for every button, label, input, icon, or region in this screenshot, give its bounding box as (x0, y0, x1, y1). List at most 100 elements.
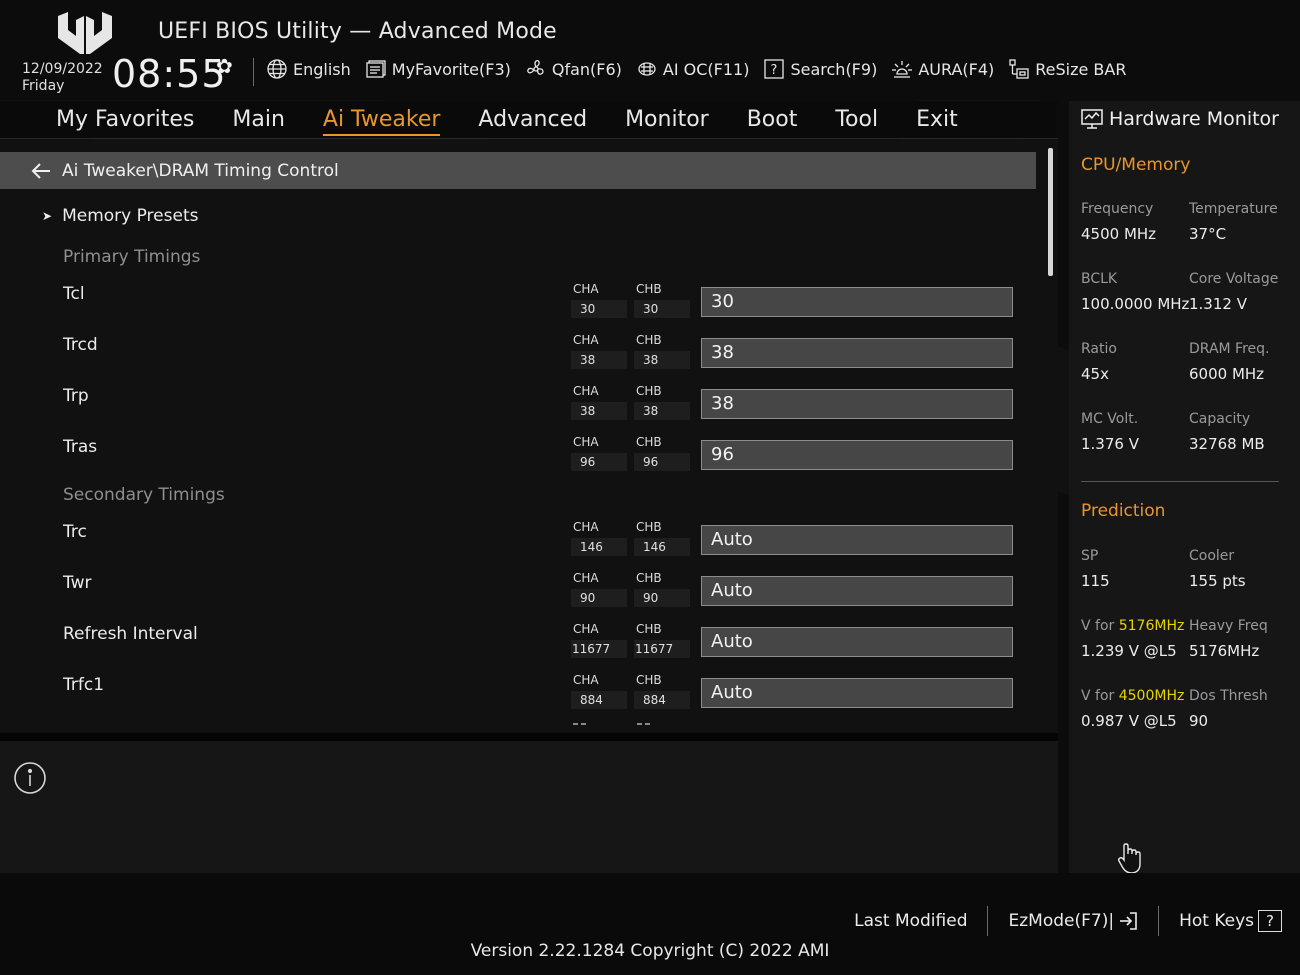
search-label: Search(F9) (790, 59, 878, 79)
stat-value: 100.0000 MHz (1081, 295, 1190, 313)
tab-main[interactable]: Main (232, 107, 285, 136)
channel-b-label: CHB (636, 520, 662, 534)
trc-value-field[interactable]: Auto (701, 525, 1013, 555)
refresh-interval-value-field[interactable]: Auto (701, 627, 1013, 657)
mc-volt-stat: MC Volt. 1.376 V (1081, 411, 1191, 453)
stat-value: 1.239 V @L5 (1081, 642, 1177, 660)
core-voltage-stat: Core Voltage 1.312 V (1189, 271, 1299, 313)
next-row-cutoff (573, 723, 650, 725)
resize-bar-button[interactable]: ReSize BAR (1008, 58, 1126, 80)
trcd-value-field[interactable]: 38 (701, 338, 1013, 368)
channel-b-readout: CHB 90 (634, 571, 692, 607)
stat-label: Core Voltage (1189, 271, 1279, 287)
language-button[interactable]: English (266, 58, 351, 80)
main-nav: My Favorites Main Ai Tweaker Advanced Mo… (0, 101, 1058, 139)
ai-oc-button[interactable]: AI OC(F11) (636, 58, 750, 80)
channel-b-label: CHB (636, 333, 662, 347)
timing-row-refresh-interval: Refresh Interval CHA 11677 CHB 11677 Auto (0, 622, 1040, 662)
channel-a-value: 38 (571, 351, 627, 369)
tab-ai-tweaker[interactable]: Ai Tweaker (322, 107, 441, 136)
channel-b-label: CHB (636, 571, 662, 585)
tab-exit[interactable]: Exit (916, 107, 958, 136)
main-panel: Ai Tweaker\DRAM Timing Control ➤ Memory … (0, 140, 1058, 736)
cooler-stat: Cooler 155 pts (1189, 548, 1299, 590)
channel-a-label: CHA (573, 571, 599, 585)
stat-label: Frequency (1081, 201, 1154, 217)
hardware-monitor-title[interactable]: Hardware Monitor (1081, 108, 1279, 130)
exit-arrow-icon (1120, 912, 1137, 930)
aura-button[interactable]: AURA(F4) (891, 58, 994, 80)
stat-label: MC Volt. (1081, 411, 1139, 427)
tcl-value-field[interactable]: 30 (701, 287, 1013, 317)
tras-value-field[interactable]: 96 (701, 440, 1013, 470)
stat-label: Dos Thresh (1189, 688, 1268, 704)
channel-b-readout: CHB 11677 (634, 622, 692, 658)
search-button[interactable]: ? Search(F9) (763, 58, 877, 80)
date-text: 12/09/2022 (22, 61, 103, 77)
timing-row-twr: Twr CHA 90 CHB 90 Auto (0, 571, 1040, 611)
myfavorite-label: MyFavorite(F3) (391, 59, 511, 79)
stat-value: 6000 MHz (1189, 365, 1265, 383)
scrollbar[interactable] (1048, 148, 1053, 276)
tab-boot[interactable]: Boot (747, 107, 798, 136)
channel-b-value: 38 (634, 351, 690, 369)
timing-name: Tras (63, 437, 98, 457)
clock-display[interactable]: 08:55 (112, 52, 227, 96)
resize-bar-icon (1008, 58, 1030, 80)
channel-b-value: 30 (634, 300, 690, 318)
gear-icon[interactable]: ✿ (216, 54, 233, 78)
channel-b-label: CHB (636, 673, 662, 687)
trfc1-value-field[interactable]: Auto (701, 678, 1013, 708)
breadcrumb-path: Ai Tweaker\DRAM Timing Control (62, 160, 339, 181)
last-modified-button[interactable]: Last Modified (834, 911, 987, 931)
channel-a-readout: CHA 884 (571, 673, 629, 709)
ai-oc-label: AI OC(F11) (662, 59, 750, 79)
timing-name: Trp (63, 386, 89, 406)
breadcrumb[interactable]: Ai Tweaker\DRAM Timing Control (0, 152, 1036, 189)
header-divider (253, 58, 254, 86)
hotkeys-button[interactable]: Hot Keys ? (1159, 910, 1282, 932)
memory-presets-item[interactable]: ➤ Memory Presets (42, 206, 198, 226)
stat-value: 155 pts (1189, 572, 1246, 590)
channel-a-value: 884 (571, 691, 627, 709)
qfan-label: Qfan(F6) (551, 59, 622, 79)
resize-bar-label: ReSize BAR (1035, 59, 1127, 79)
channel-b-value: 38 (634, 402, 690, 420)
primary-timings-heading: Primary Timings (63, 247, 201, 267)
search-help-icon: ? (763, 58, 785, 80)
channel-b-readout: CHB 146 (634, 520, 692, 556)
channel-b-readout: CHB 96 (634, 435, 692, 471)
channel-a-readout: CHA 96 (571, 435, 629, 471)
twr-value-field[interactable]: Auto (701, 576, 1013, 606)
channel-a-value: 96 (571, 453, 627, 471)
tab-advanced[interactable]: Advanced (478, 107, 587, 136)
hardware-monitor-label: Hardware Monitor (1109, 108, 1279, 130)
channel-b-readout: CHB 30 (634, 282, 692, 318)
tab-my-favorites[interactable]: My Favorites (56, 107, 194, 136)
aura-light-icon (891, 58, 913, 80)
channel-b-value: 90 (634, 589, 690, 607)
myfavorite-button[interactable]: MyFavorite(F3) (365, 58, 511, 80)
favorite-list-icon (365, 58, 387, 80)
timing-row-trc: Trc CHA 146 CHB 146 Auto (0, 520, 1040, 560)
tab-tool[interactable]: Tool (835, 107, 878, 136)
channel-b-value: 884 (634, 691, 690, 709)
stat-label: V for 4500MHz (1081, 688, 1191, 708)
ratio-stat: Ratio 45x (1081, 341, 1191, 383)
trp-value-field[interactable]: 38 (701, 389, 1013, 419)
ezmode-button[interactable]: EzMode(F7)| (988, 911, 1158, 931)
back-arrow-icon[interactable] (30, 160, 52, 182)
header: UEFI BIOS Utility — Advanced Mode 12/09/… (0, 0, 1300, 100)
date-display[interactable]: 12/09/2022 Friday (22, 61, 103, 95)
secondary-timings-heading: Secondary Timings (63, 485, 225, 505)
nav-tabs: My Favorites Main Ai Tweaker Advanced Mo… (56, 107, 958, 136)
timing-name: Trcd (63, 335, 98, 355)
version-text: Version 2.22.1284 Copyright (C) 2022 AMI (470, 941, 830, 961)
timing-name: Trc (63, 522, 87, 542)
v-for-base-stat: V for 4500MHz 0.987 V @L5 (1081, 688, 1191, 730)
cpu-memory-heading: CPU/Memory (1081, 155, 1191, 175)
tab-monitor[interactable]: Monitor (625, 107, 709, 136)
timing-row-trfc1: Trfc1 CHA 884 CHB 884 Auto (0, 673, 1040, 713)
stat-label: BCLK (1081, 271, 1118, 287)
qfan-button[interactable]: Qfan(F6) (525, 58, 622, 80)
